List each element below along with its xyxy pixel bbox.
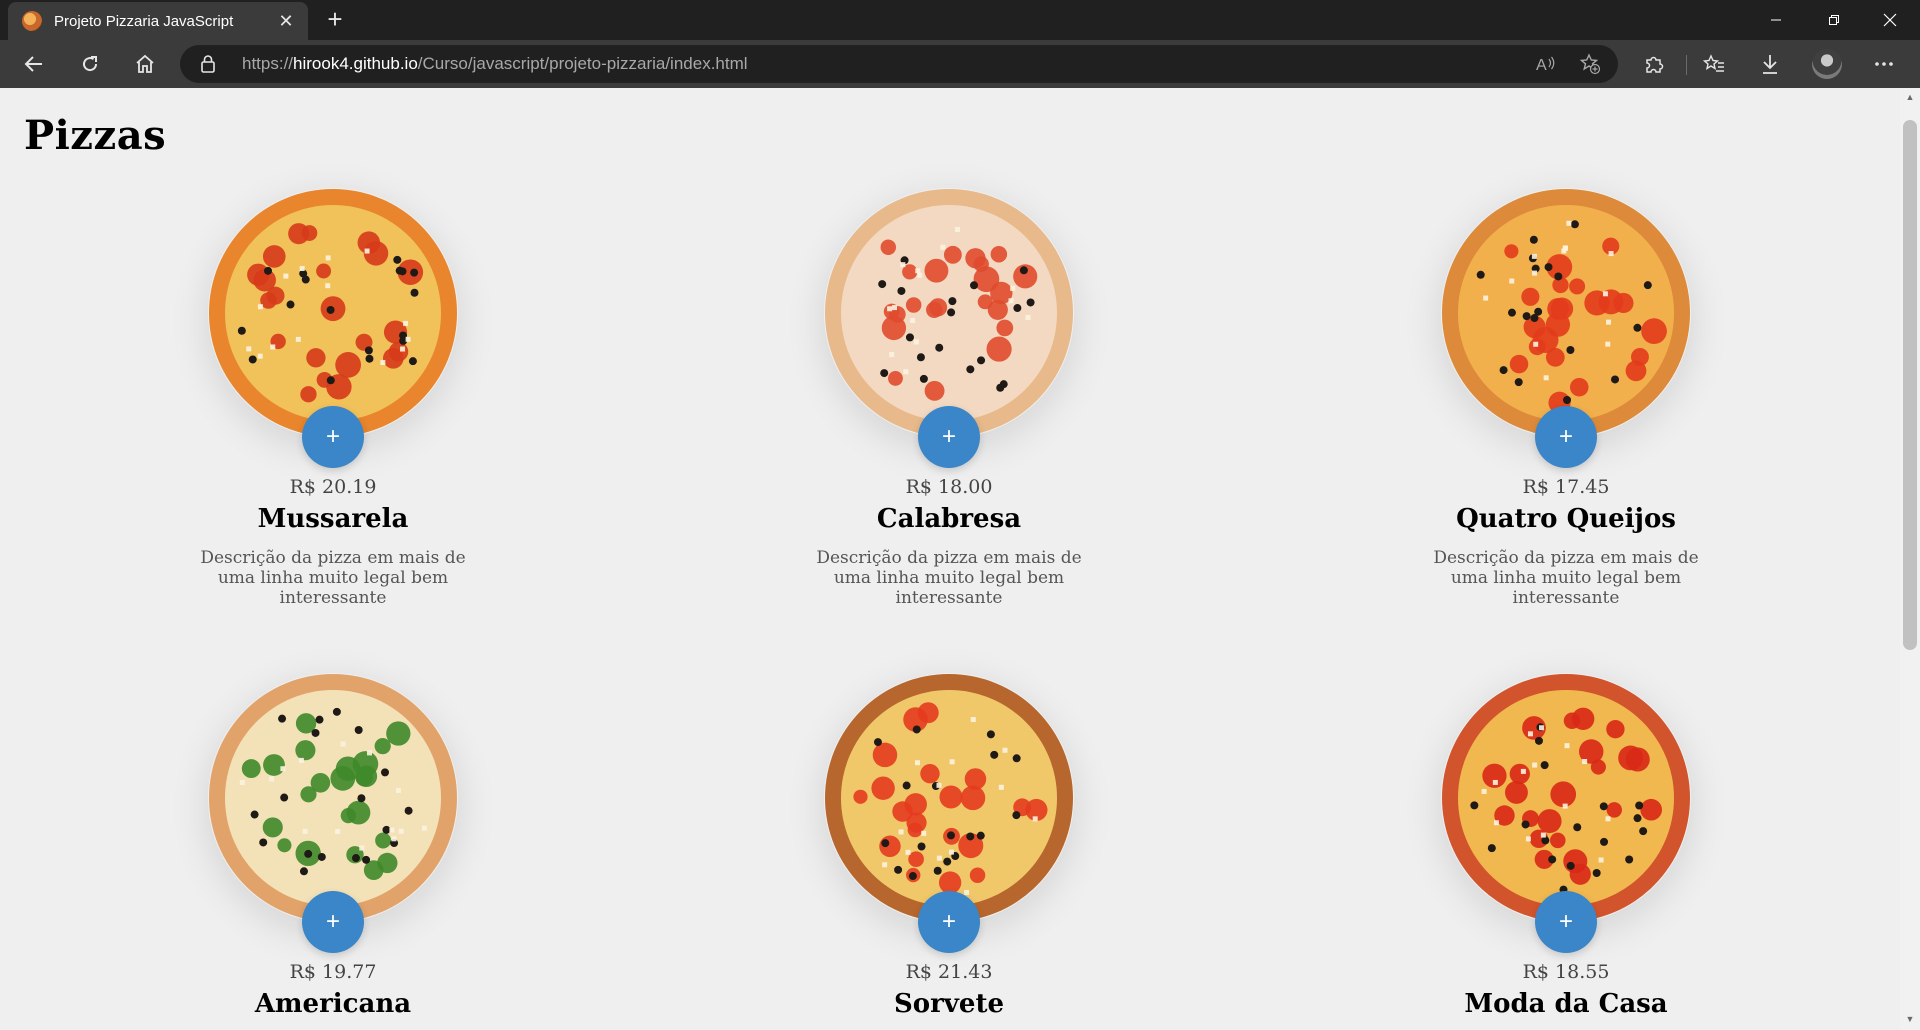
url-scheme: https:// [242,54,294,73]
minimize-button[interactable] [1746,0,1806,40]
pizza-image-wrap: + [824,188,1074,468]
page-title: Pizzas [24,112,167,159]
pizza-description: Descrição da pizza em mais de uma linha … [200,548,466,608]
add-pizza-button[interactable]: + [918,406,980,468]
back-button[interactable] [16,46,52,82]
browser-tab[interactable]: Projeto Pizzaria JavaScript ✕ [8,2,308,40]
read-aloud-button[interactable]: A [1532,51,1560,77]
pizza-image[interactable] [208,188,458,438]
add-pizza-button[interactable]: + [302,891,364,953]
downloads-icon [1763,55,1777,74]
add-favorite-icon [1579,53,1601,75]
pizza-image-wrap: + [208,188,458,468]
pizza-illustration [209,189,457,437]
minimize-icon [1771,19,1781,21]
pizza-illustration [825,674,1073,922]
pizza-name: Mussarela [257,504,409,534]
pizza-illustration [209,674,457,922]
url-text[interactable]: https://hirook4.github.io/Curso/javascri… [242,45,748,83]
scroll-down-arrow-icon[interactable]: ▼ [1904,1014,1916,1024]
new-tab-button[interactable]: + [318,4,352,36]
page-content: Pizzas + R$ 20.19 Mussarela Descrição da… [0,88,1900,1030]
home-icon [136,54,154,73]
pizza-illustration [1442,189,1690,437]
close-window-button[interactable] [1860,0,1920,40]
back-icon [24,56,42,72]
pizza-image[interactable] [208,673,458,923]
pizza-card[interactable]: + R$ 18.55 Moda da Casa [1346,673,1786,1019]
tab-close-icon[interactable]: ✕ [274,11,298,32]
pizza-name: Quatro Queijos [1456,504,1676,534]
more-icon [1875,62,1893,66]
refresh-icon [83,56,98,72]
url-host: hirook4.github.io [293,54,418,73]
pizza-price: R$ 21.43 [905,961,993,983]
pizza-price: R$ 17.45 [1522,476,1610,498]
pizza-name: Americana [254,989,412,1019]
pizza-image-wrap: + [1441,188,1691,468]
pizza-price: R$ 18.55 [1522,961,1610,983]
pizza-image-wrap: + [824,673,1074,953]
pizza-card[interactable]: + R$ 20.19 Mussarela Descrição da pizza … [113,188,553,608]
pizza-price: R$ 18.00 [905,476,993,498]
add-pizza-button[interactable]: + [302,406,364,468]
refresh-button[interactable] [72,46,108,82]
pizza-name: Moda da Casa [1464,989,1668,1019]
scrollbar-thumb[interactable] [1903,120,1917,650]
pizza-name: Sorvete [893,989,1005,1019]
tab-title: Projeto Pizzaria JavaScript [54,12,234,30]
pizza-card[interactable]: + R$ 18.00 Calabresa Descrição da pizza … [729,188,1169,608]
pizza-image[interactable] [1441,673,1691,923]
pizza-price: R$ 19.77 [289,961,377,983]
pizza-image-wrap: + [1441,673,1691,953]
pizza-illustration [825,189,1073,437]
pizza-image[interactable] [824,188,1074,438]
downloads-button[interactable] [1752,46,1788,82]
pizza-description: Descrição da pizza em mais de uma linha … [816,548,1082,608]
pizza-favicon-icon [22,11,42,31]
toolbar-separator [1686,55,1687,75]
url-path: /Curso/javascript/projeto-pizzaria/index… [417,54,748,73]
scroll-up-arrow-icon[interactable]: ▲ [1904,92,1916,102]
pizza-image[interactable] [824,673,1074,923]
home-button[interactable] [127,46,163,82]
pizza-card[interactable]: + R$ 17.45 Quatro Queijos Descrição da p… [1346,188,1786,608]
profile-avatar[interactable] [1812,49,1842,79]
pizza-name: Calabresa [876,504,1022,534]
add-favorite-button[interactable] [1576,51,1604,77]
favorites-button[interactable] [1696,46,1732,82]
read-aloud-icon: A [1536,56,1555,73]
extensions-icon [1646,56,1664,73]
pizza-price: R$ 20.19 [289,476,377,498]
browser-titlebar: Projeto Pizzaria JavaScript ✕ + [0,0,1920,40]
svg-text:A: A [1536,57,1547,73]
pizza-illustration [1442,674,1690,922]
add-pizza-button[interactable]: + [1535,891,1597,953]
favorites-icon [1703,54,1724,72]
browser-toolbar: https://hirook4.github.io/Curso/javascri… [0,40,1920,88]
close-icon [1883,13,1897,27]
restore-icon [1829,15,1839,25]
pizza-description: Descrição da pizza em mais de uma linha … [1433,548,1699,608]
add-pizza-button[interactable]: + [1535,406,1597,468]
pizza-card[interactable]: + R$ 19.77 Americana [113,673,553,1019]
pizza-image[interactable] [1441,188,1691,438]
extensions-button[interactable] [1636,46,1672,82]
more-button[interactable] [1866,46,1902,82]
restore-button[interactable] [1804,0,1864,40]
pizza-image-wrap: + [208,673,458,953]
address-bar[interactable]: https://hirook4.github.io/Curso/javascri… [180,45,1618,83]
add-pizza-button[interactable]: + [918,891,980,953]
lock-icon [201,55,215,73]
pizza-card[interactable]: + R$ 21.43 Sorvete [729,673,1169,1019]
